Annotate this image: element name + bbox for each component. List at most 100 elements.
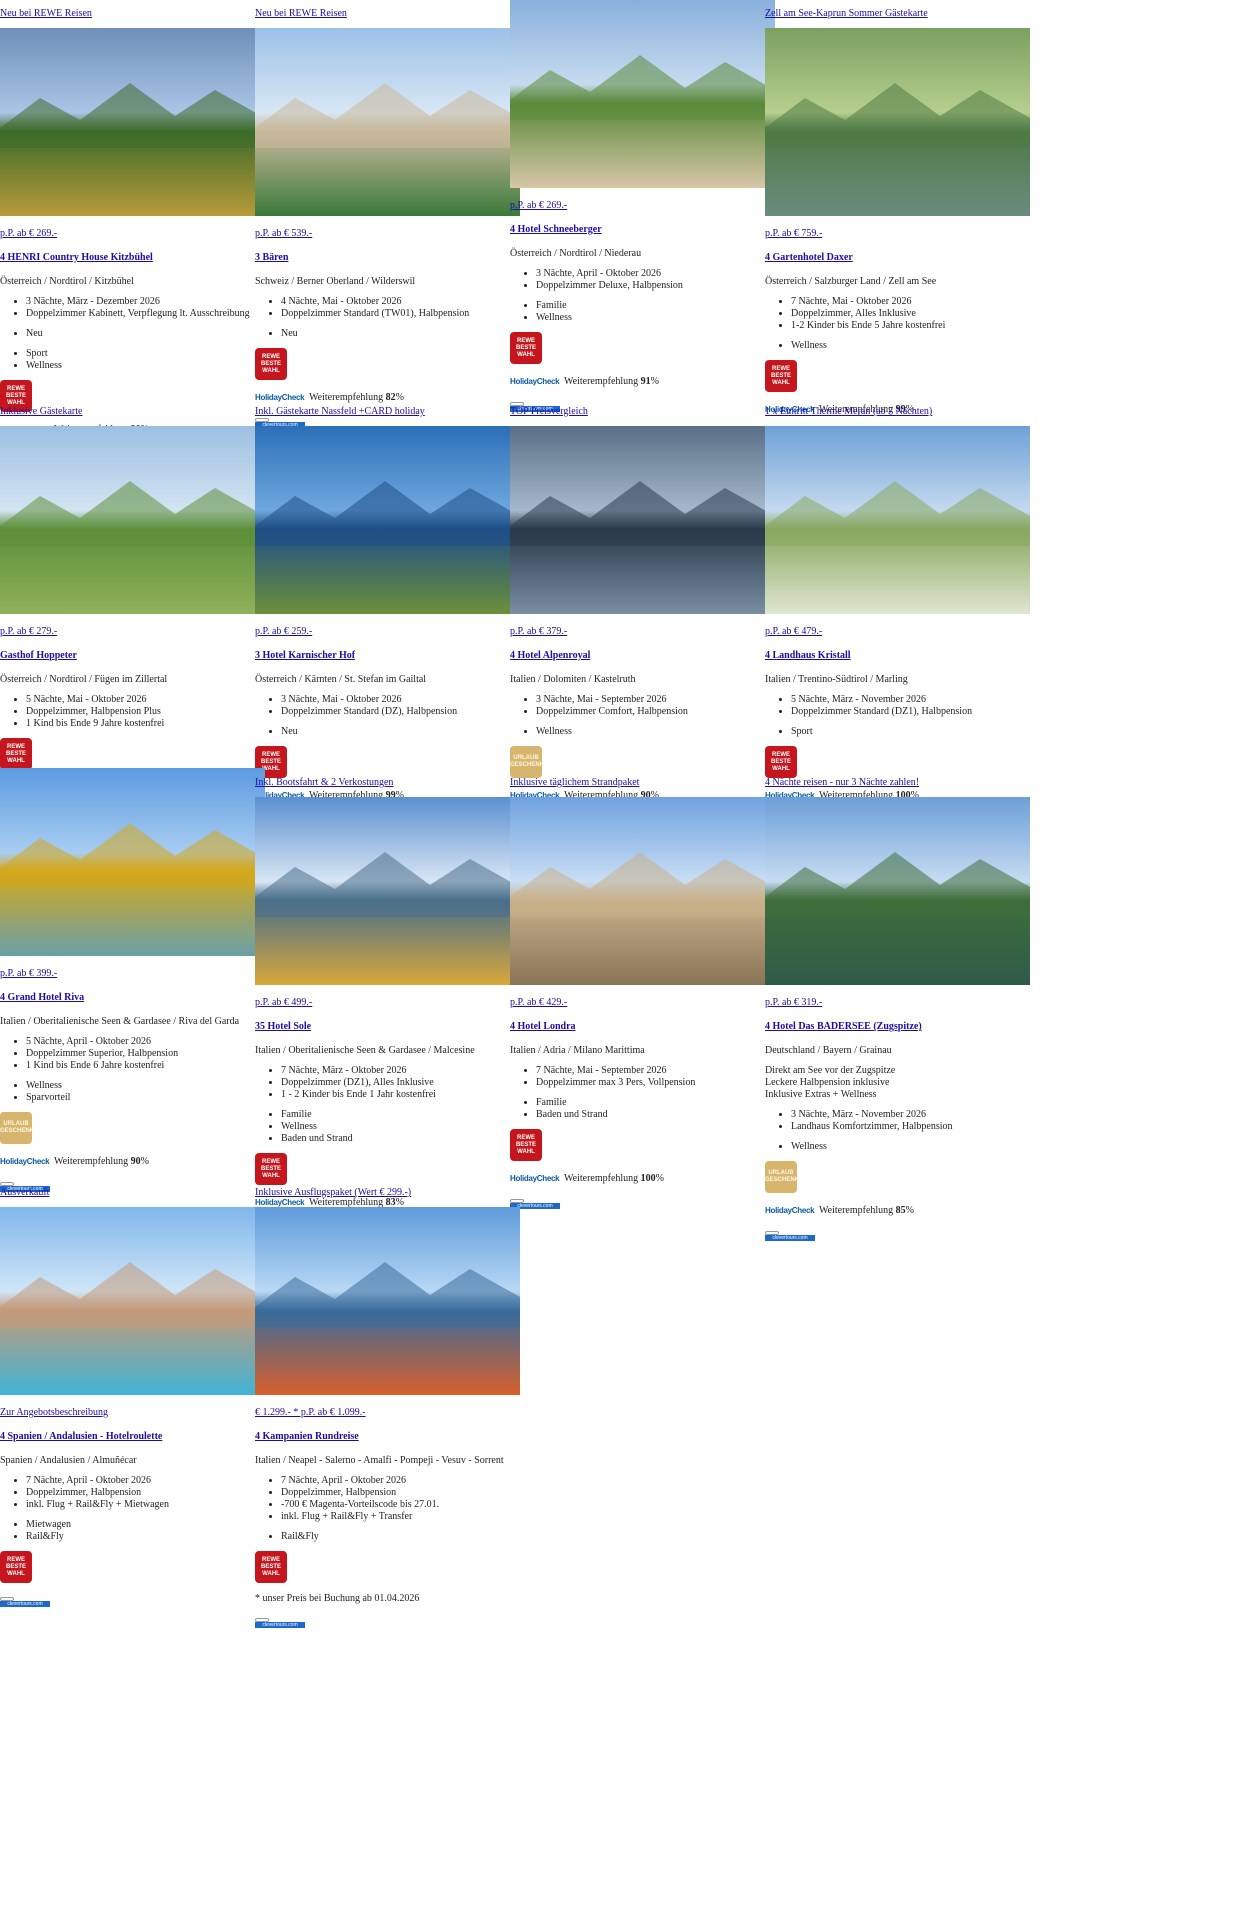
promo-link[interactable]: Inklusive Ausflugspaket (Wert € 299.-) [255,1187,520,1199]
offer-details: 3 Nächte, Mai - September 2026Doppelzimm… [510,694,775,718]
recommendation-label: Weiterempfehlung [54,1155,129,1167]
clevertours-logo[interactable]: clevertours.com [255,1618,305,1628]
recommendation-value: 91 [640,375,651,387]
garden-pond-photo[interactable] [765,28,1030,216]
amalfi-coast-photo[interactable] [255,1207,520,1395]
hotel-location: Italien / Adria / Milano Marittima [510,1045,645,1056]
price-link[interactable]: p.P. ab € 279.- [0,626,265,638]
hotel-name-link[interactable]: 4 HENRI Country House Kitzbühel [0,252,265,264]
hotel-image[interactable] [765,426,1030,614]
extra-item: Direkt am See vor der Zugspitze [765,1065,896,1076]
hotel-name-link[interactable]: 3 Bären [255,252,520,264]
holidaycheck-rating: HolidayCheck Weiterempfehlung 90% [0,1154,265,1168]
chalet-hotel-photo[interactable] [255,28,520,216]
badge-text: WAHL [772,765,790,772]
hotel-name-link[interactable]: 35 Hotel Sole [255,1021,520,1033]
price-link[interactable]: p.P. ab € 379.- [510,626,775,638]
badge-text: REWE [262,751,280,758]
hotel-name-link[interactable]: Gasthof Hoppeter [0,650,265,662]
price-link[interactable]: p.P. ab € 759.- [765,228,1030,240]
hotel-image[interactable] [510,797,775,985]
detail-item: Doppelzimmer, Halbpension [281,1487,520,1499]
hotel-name-link[interactable]: 4 Spanien / Andalusien - Hotelroulette [0,1431,265,1443]
price-link[interactable]: p.P. ab € 269.- [0,228,265,240]
clevertours-label: clevertours.com [255,1622,305,1628]
offer-card: Inkl. Gästekarte Nassfeld +CARD holiday p… [255,406,520,826]
hotel-image[interactable] [255,28,520,216]
lake-hotel-photo[interactable] [765,797,1030,985]
detail-item: 3 Nächte, Mai - September 2026 [536,694,775,706]
beach-umbrellas-photo[interactable] [510,797,775,985]
offer-details: 7 Nächte, April - Oktober 2026Doppelzimm… [0,1475,265,1511]
hotel-name-link[interactable]: 4 Gartenhotel Daxer [765,252,1030,264]
hotel-location: Österreich / Nordtirol / Fügen im Ziller… [0,674,168,685]
green-valley-photo[interactable] [0,426,265,614]
hotel-image[interactable] [765,28,1030,216]
feature-item: Rail&Fly [281,1531,520,1543]
price-link[interactable]: p.P. ab € 499.- [255,997,520,1009]
price-link[interactable]: p.P. ab € 479.- [765,626,1030,638]
feature-list: MietwagenRail&Fly [0,1519,265,1543]
price-link[interactable]: p.P. ab € 539.- [255,228,520,240]
price-link[interactable]: € 1.299.- * p.P. ab € 1.099.- [255,1407,520,1419]
hotel-name-link[interactable]: 4 Landhaus Kristall [765,650,1030,662]
badge-text: BESTE [770,758,791,765]
hotel-name-link[interactable]: 4 Hotel Alpenroyal [510,650,775,662]
hotel-image[interactable] [510,0,775,188]
price-link[interactable]: p.P. ab € 259.- [255,626,520,638]
price-link[interactable]: p.P. ab € 399.- [0,968,265,980]
promo-link[interactable]: Inkl. Gästekarte Nassfeld +CARD holiday [255,406,520,418]
badge-text: URLAUB [768,1170,794,1176]
hotel-image[interactable] [255,1207,520,1395]
detail-item: Doppelzimmer Superior, Halbpension [26,1048,265,1060]
hotel-location: Italien / Oberitalienische Seen & Gardas… [255,1045,475,1056]
hotel-name-link[interactable]: 4 Hotel Schneeberger [510,224,775,236]
clevertours-logo[interactable]: clevertours.com [765,1231,815,1241]
hotel-image[interactable] [255,797,520,985]
promo-link[interactable]: Inklusive Gästekarte [0,406,265,418]
alpine-hotel-photo[interactable] [510,0,775,188]
orchard-photo[interactable] [765,426,1030,614]
promo-link[interactable]: Zell am See-Kaprun Sommer Gästekarte [765,8,1030,20]
detail-item: 5 Nächte, Mai - Oktober 2026 [26,694,265,706]
price-link[interactable]: p.P. ab € 429.- [510,997,775,1009]
lake-balcony-photo[interactable] [255,797,520,985]
hotel-image[interactable] [0,768,265,956]
hotel-image[interactable] [765,797,1030,985]
hotel-image[interactable] [510,426,775,614]
hotel-image[interactable] [255,426,520,614]
hotel-name-link[interactable]: 4 Grand Hotel Riva [0,992,265,1004]
promo-link[interactable]: Neu bei REWE Reisen [0,8,265,20]
infinity-pool-photo[interactable] [510,426,775,614]
hotel-image[interactable] [0,28,265,216]
promo-link[interactable]: Inkl. Bootsfahrt & 2 Verkostungen [255,777,520,789]
hotel-location: Österreich / Nordtirol / Kitzbühel [0,276,134,287]
hotel-image[interactable] [0,426,265,614]
detail-item: Doppelzimmer max 3 Pers, Vollpension [536,1077,775,1089]
hotel-image[interactable] [0,1207,265,1395]
offer-card: Inklusive Ausflugspaket (Wert € 299.-) € … [255,1187,520,1628]
price-link[interactable]: p.P. ab € 319.- [765,997,1030,1009]
promo-link[interactable]: 1 x Eintritt Therme Meran (ab 7 Nächten) [765,406,1030,418]
recommendation-value: 82 [385,391,396,403]
pool-palms-photo[interactable] [0,1207,265,1395]
offer-card: Inkl. Bootsfahrt & 2 Verkostungen p.P. ab… [255,777,520,1233]
badge-text: URLAUB [3,1121,29,1127]
promo-link[interactable]: Inklusive täglichem Strandpaket [510,777,775,789]
promo-link[interactable]: Ausverkauft [0,1187,265,1199]
promo-link[interactable]: 4 Nächte reisen - nur 3 Nächte zahlen! [765,777,1030,789]
hotel-name-link[interactable]: 3 Hotel Karnischer Hof [255,650,520,662]
promo-link[interactable]: TOP Preisvergleich [510,406,775,418]
extra-item: Leckere Halbpension inklusive [765,1077,890,1088]
promo-link[interactable]: Neu bei REWE Reisen [255,8,520,20]
hotel-name-link[interactable]: 4 Hotel Das BADERSEE (Zugspitze) [765,1021,1030,1033]
clevertours-logo[interactable]: clevertours.com [0,1597,50,1607]
price-link[interactable]: Zur Angebotsbeschreibung [0,1407,265,1419]
mountain-village-photo[interactable] [0,28,265,216]
detail-item: 3 Nächte, April - Oktober 2026 [536,268,775,280]
hotel-name-link[interactable]: 4 Kampanien Rundreise [255,1431,520,1443]
hotel-name-link[interactable]: 4 Hotel Londra [510,1021,775,1033]
yellow-hotel-photo[interactable] [0,768,265,956]
hiker-peak-photo[interactable] [255,426,520,614]
price-link[interactable]: p.P. ab € 269.- [510,200,775,212]
